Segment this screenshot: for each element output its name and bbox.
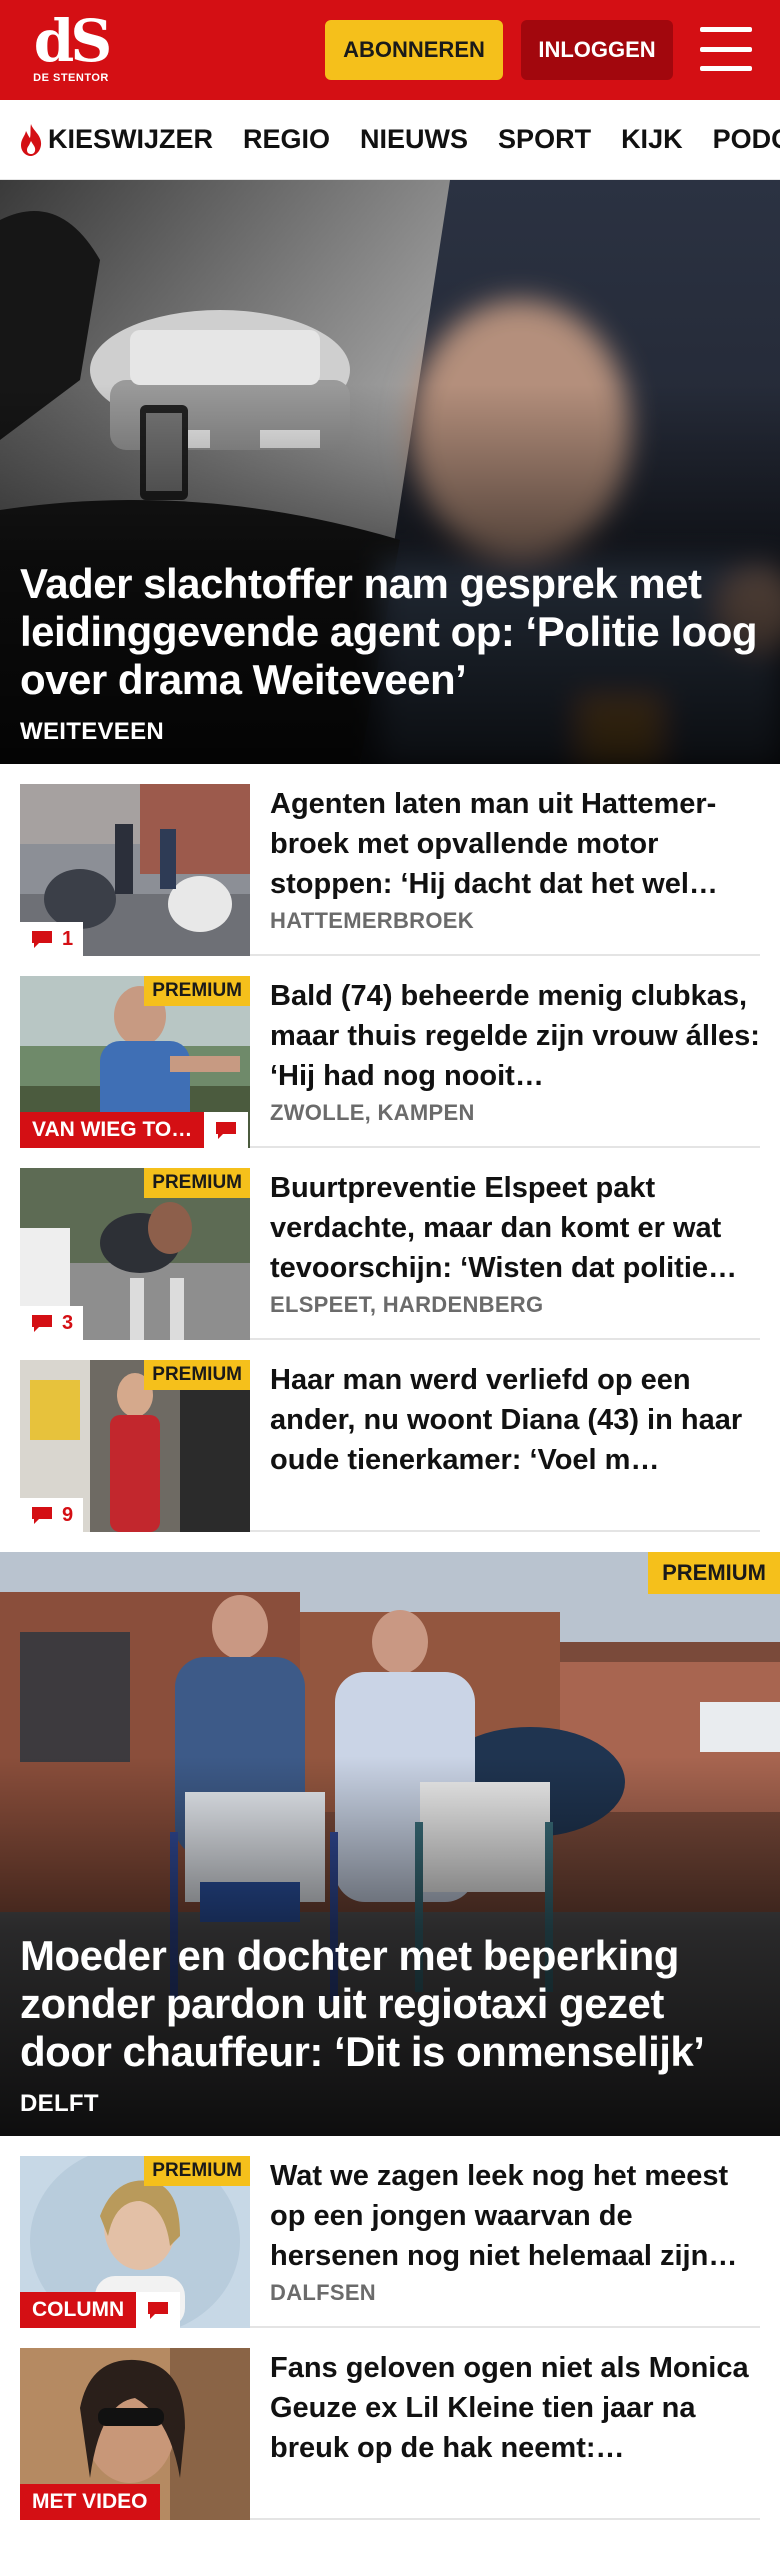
nav-item-sport[interactable]: SPORT	[498, 124, 591, 155]
nav-item-regio[interactable]: REGIO	[243, 124, 330, 155]
nav-item-podcasts[interactable]: PODCAS	[713, 124, 780, 155]
nav-item-kieswijzer[interactable]: KIESWIJZER	[18, 123, 213, 157]
list-item[interactable]: 1 Agenten laten man uit Hattemer-broek m…	[20, 764, 760, 956]
hero-text: Moeder en dochter met beperking zonder p…	[20, 1932, 760, 2118]
article-title[interactable]: Fans geloven ogen niet als Monica Geuze …	[270, 2348, 760, 2468]
article-title[interactable]: Wat we zagen leek nog het meest op een j…	[270, 2156, 760, 2276]
article-thumbnail: PREMIUM VAN WIEG TO…	[20, 976, 250, 1148]
article-thumbnail: PREMIUM 3	[20, 1168, 250, 1340]
hero-article[interactable]: PREMIUM Moeder en dochter met beperking …	[0, 1552, 780, 2136]
list-item[interactable]: PREMIUM COLUMN Wat we zagen leek nog het…	[20, 2136, 760, 2328]
premium-badge: PREMIUM	[144, 2156, 250, 2186]
comment-count[interactable]: 3	[20, 1306, 84, 1340]
hero-title[interactable]: Moeder en dochter met beperking zonder p…	[20, 1932, 760, 2076]
article-list: 1 Agenten laten man uit Hattemer-broek m…	[0, 764, 780, 1532]
hero-location: WEITEVEEN	[20, 718, 165, 745]
premium-badge: PREMIUM	[144, 976, 250, 1006]
nav-label: KIESWIJZER	[48, 124, 214, 154]
article-location: HATTEMERBROEK	[270, 908, 474, 933]
hero-title[interactable]: Vader slachtoffer nam gesprek met leidin…	[20, 560, 760, 704]
comment-icon	[32, 1315, 52, 1332]
comment-count-value: 9	[62, 1503, 74, 1526]
list-item[interactable]: PREMIUM VAN WIEG TO… Bald (74) beheerde …	[20, 956, 760, 1148]
logo-mark: dS	[33, 7, 112, 75]
comment-icon	[32, 931, 52, 948]
column-label: COLUMN	[20, 2292, 137, 2328]
video-label: MET VIDEO	[20, 2484, 160, 2520]
list-item[interactable]: PREMIUM 3 Buurtpreventie Elspeet pakt ve…	[20, 1148, 760, 1340]
premium-badge: PREMIUM	[144, 1168, 250, 1198]
nav-item-kijk[interactable]: KIJK	[621, 124, 683, 155]
article-location: ELSPEET, HARDENBERG	[270, 1292, 544, 1317]
article-title[interactable]: Buurtpreventie Elspeet pakt verdachte, m…	[270, 1168, 760, 1288]
comment-count[interactable]: 1	[20, 922, 84, 956]
premium-badge: PREMIUM	[144, 1360, 250, 1390]
article-location: ZWOLLE, KAMPEN	[270, 1100, 475, 1125]
article-title[interactable]: Bald (74) beheerde menig clubkas, maar t…	[270, 976, 760, 1096]
site-header: dS DE STENTOR ABONNEREN INLOGGEN	[0, 0, 780, 100]
comment-count[interactable]: 9	[20, 1498, 84, 1532]
list-item[interactable]: PREMIUM 9 Haar man werd verliefd op een …	[20, 1340, 760, 1532]
article-thumbnail: PREMIUM 9	[20, 1360, 250, 1532]
article-thumbnail: 1	[20, 784, 250, 956]
login-button[interactable]: INLOGGEN	[521, 20, 673, 80]
comment-icon	[32, 1507, 52, 1524]
subscribe-button[interactable]: ABONNEREN	[325, 20, 503, 80]
series-label: VAN WIEG TO…	[20, 1112, 205, 1148]
article-list: PREMIUM COLUMN Wat we zagen leek nog het…	[0, 2136, 780, 2520]
comment-icon	[216, 1122, 237, 1139]
article-title[interactable]: Haar man werd verliefd op een ander, nu …	[270, 1360, 760, 1480]
hero-text: Vader slachtoffer nam gesprek met leidin…	[20, 560, 760, 746]
series-badge[interactable]: VAN WIEG TO…	[20, 1112, 249, 1148]
hero-article[interactable]: Vader slachtoffer nam gesprek met leidin…	[0, 180, 780, 764]
hamburger-menu-icon[interactable]	[700, 27, 752, 71]
article-thumbnail: MET VIDEO	[20, 2348, 250, 2520]
list-item[interactable]: MET VIDEO Fans geloven ogen niet als Mon…	[20, 2328, 760, 2520]
logo[interactable]: dS DE STENTOR	[26, 12, 116, 92]
article-thumbnail: PREMIUM COLUMN	[20, 2156, 250, 2328]
column-badge[interactable]: COLUMN	[20, 2292, 181, 2328]
logo-name: DE STENTOR	[33, 72, 109, 84]
main-nav: KIESWIJZER REGIO NIEUWS SPORT KIJK PODCA…	[0, 100, 780, 180]
video-badge[interactable]: MET VIDEO	[20, 2484, 160, 2520]
hero-location: DELFT	[20, 2090, 99, 2117]
comment-count-value: 1	[62, 927, 74, 950]
premium-badge: PREMIUM	[648, 1552, 780, 1594]
comment-count-value: 3	[62, 1311, 74, 1334]
comment-icon	[148, 2302, 169, 2319]
nav-item-nieuws[interactable]: NIEUWS	[360, 124, 468, 155]
flame-icon	[21, 123, 42, 156]
article-title[interactable]: Agenten laten man uit Hattemer-broek met…	[270, 784, 760, 904]
article-location: DALFSEN	[270, 2280, 376, 2305]
